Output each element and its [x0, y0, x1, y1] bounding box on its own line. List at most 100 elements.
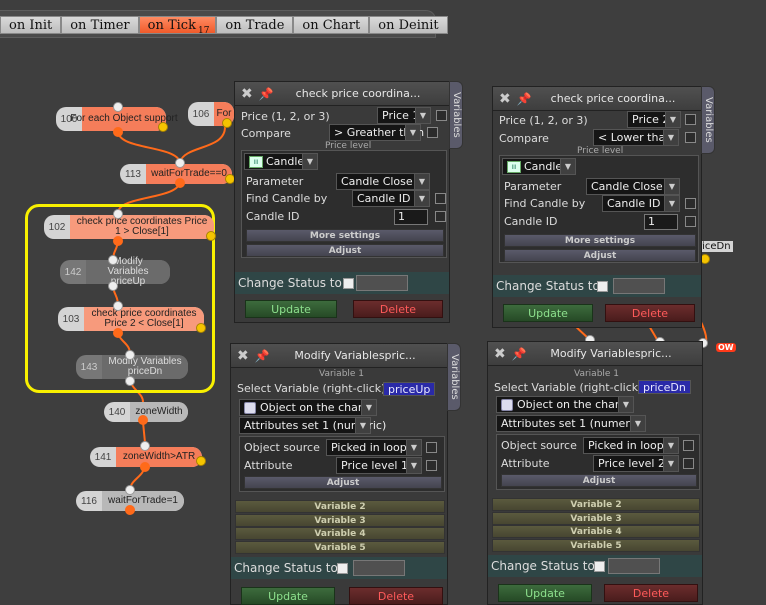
change-status-input[interactable] — [353, 560, 405, 576]
change-status-checkbox[interactable] — [597, 281, 608, 292]
node-false-port[interactable] — [222, 118, 232, 128]
candle-id-input[interactable]: 1 — [394, 209, 428, 225]
tab-on-tick[interactable]: on Tick 17 — [138, 16, 217, 36]
node-input-port[interactable] — [113, 209, 123, 219]
attribute-checkbox[interactable] — [683, 458, 694, 469]
object-type-select[interactable]: Object on the chart ▼ — [239, 399, 377, 416]
tab-on-trade[interactable]: on Trade — [216, 16, 294, 34]
node-100[interactable]: 100 For each Object support — [56, 107, 178, 131]
object-source-checkbox[interactable] — [683, 440, 694, 451]
candle-type-select[interactable]: ıı Candle ▼ — [502, 158, 576, 175]
attribute-select[interactable]: Price level 1 ▼ — [336, 457, 422, 474]
node-input-port[interactable] — [108, 255, 118, 265]
delete-button[interactable]: Delete — [604, 584, 698, 602]
update-button[interactable]: Update — [498, 584, 592, 602]
parameter-select[interactable]: Candle Close ▼ — [586, 178, 680, 195]
node-output-port[interactable] — [125, 376, 135, 386]
pin-icon[interactable]: 📌 — [255, 87, 277, 101]
price-checkbox[interactable] — [685, 114, 696, 125]
variable-5-bar[interactable]: Variable 5 — [235, 541, 445, 554]
node-output-port[interactable] — [138, 415, 148, 425]
object-source-select[interactable]: Picked in loop ▼ — [583, 437, 679, 454]
variable-4-bar[interactable]: Variable 4 — [235, 527, 445, 540]
pin-icon[interactable]: 📌 — [513, 92, 535, 106]
compare-checkbox[interactable] — [427, 127, 438, 138]
panel-title-bar[interactable]: ✖ 📌 Modify Variablespric... — [231, 344, 447, 368]
node-output-port[interactable] — [108, 281, 118, 291]
node-output-port[interactable] — [113, 127, 123, 137]
node-output-port[interactable] — [140, 462, 150, 472]
adjust-bar[interactable]: Adjust — [504, 249, 696, 262]
find-candle-select[interactable]: Candle ID ▼ — [602, 195, 680, 212]
find-candle-checkbox[interactable] — [435, 193, 446, 204]
candle-id-checkbox[interactable] — [435, 211, 446, 222]
change-status-checkbox[interactable] — [594, 561, 605, 572]
tab-on-timer[interactable]: on Timer — [61, 16, 139, 34]
adjust-bar[interactable]: Adjust — [244, 476, 442, 489]
more-settings-bar[interactable]: More settings — [504, 234, 696, 247]
price-select[interactable]: Price 1 ▼ — [377, 107, 431, 124]
change-status-input[interactable] — [613, 278, 665, 294]
node-false-port[interactable] — [196, 323, 206, 333]
attribute-set-select[interactable]: Attributes set 1 (numeric) ▼ — [496, 415, 646, 432]
variable-2-bar[interactable]: Variable 2 — [492, 498, 700, 511]
node-103[interactable]: 103 check price coordinates Price 2 < Cl… — [58, 307, 204, 331]
selected-variable-chip[interactable]: priceUp — [383, 382, 436, 396]
close-icon[interactable]: ✖ — [237, 348, 251, 364]
change-status-input[interactable] — [608, 558, 660, 574]
candle-type-select[interactable]: ıı Candle ▼ — [244, 153, 318, 170]
node-input-port[interactable] — [113, 102, 123, 112]
node-input-port[interactable] — [113, 301, 123, 311]
more-settings-bar[interactable]: More settings — [246, 229, 444, 242]
variables-side-tab[interactable]: Variables — [701, 86, 715, 154]
update-button[interactable]: Update — [503, 304, 593, 322]
price-checkbox[interactable] — [436, 110, 447, 121]
panel-title-bar[interactable]: ✖ 📌 Modify Variablespric... — [488, 342, 702, 366]
object-type-select[interactable]: Object on the chart ▼ — [496, 396, 634, 413]
attribute-set-select[interactable]: Attributes set 1 (numeric) ▼ — [239, 417, 386, 434]
variable-5-bar[interactable]: Variable 5 — [492, 539, 700, 552]
adjust-bar[interactable]: Adjust — [501, 474, 697, 487]
delete-button[interactable]: Delete — [353, 300, 443, 318]
node-false-port[interactable] — [206, 231, 216, 241]
delete-button[interactable]: Delete — [605, 304, 695, 322]
parameter-select[interactable]: Candle Close ▼ — [336, 173, 430, 190]
variable-2-bar[interactable]: Variable 2 — [235, 500, 445, 513]
find-candle-select[interactable]: Candle ID ▼ — [352, 190, 430, 207]
node-input-port[interactable] — [125, 350, 135, 360]
panel-title-bar[interactable]: ✖ 📌 check price coordina... — [493, 87, 701, 111]
update-button[interactable]: Update — [245, 300, 337, 318]
pin-icon[interactable]: 📌 — [251, 349, 273, 363]
node-output-port[interactable] — [113, 236, 123, 246]
node-false-port[interactable] — [196, 456, 206, 466]
change-status-checkbox[interactable] — [337, 563, 348, 574]
node-output-port[interactable] — [175, 178, 185, 188]
node-false-port[interactable] — [158, 122, 168, 132]
variable-4-bar[interactable]: Variable 4 — [492, 525, 700, 538]
variables-side-tab[interactable]: Variables — [449, 81, 463, 149]
tab-on-deinit[interactable]: on Deinit — [369, 16, 448, 34]
close-icon[interactable]: ✖ — [494, 346, 508, 362]
tab-on-chart[interactable]: on Chart — [293, 16, 370, 34]
variable-3-bar[interactable]: Variable 3 — [235, 514, 445, 527]
compare-checkbox[interactable] — [685, 132, 696, 143]
compare-select[interactable]: > Greather than ▼ — [329, 124, 424, 141]
change-status-checkbox[interactable] — [343, 278, 354, 289]
pin-icon[interactable]: 📌 — [508, 347, 530, 361]
node-102[interactable]: 102 check price coordinates Price 1 > Cl… — [44, 215, 214, 239]
change-status-input[interactable] — [356, 275, 408, 291]
flow-canvas[interactable]: on Init on Timer on Tick 17 on Trade on C… — [0, 0, 766, 605]
adjust-bar[interactable]: Adjust — [246, 244, 444, 257]
node-output-port[interactable] — [113, 328, 123, 338]
delete-button[interactable]: Delete — [349, 587, 443, 605]
node-input-port[interactable] — [125, 485, 135, 495]
find-candle-checkbox[interactable] — [685, 198, 696, 209]
node-output-port[interactable] — [125, 505, 135, 515]
tab-on-init[interactable]: on Init — [0, 16, 62, 34]
update-button[interactable]: Update — [241, 587, 335, 605]
variable-3-bar[interactable]: Variable 3 — [492, 512, 700, 525]
object-source-checkbox[interactable] — [426, 442, 437, 453]
close-icon[interactable]: ✖ — [241, 86, 255, 102]
close-icon[interactable]: ✖ — [499, 91, 513, 107]
object-source-select[interactable]: Picked in loop ▼ — [326, 439, 422, 456]
